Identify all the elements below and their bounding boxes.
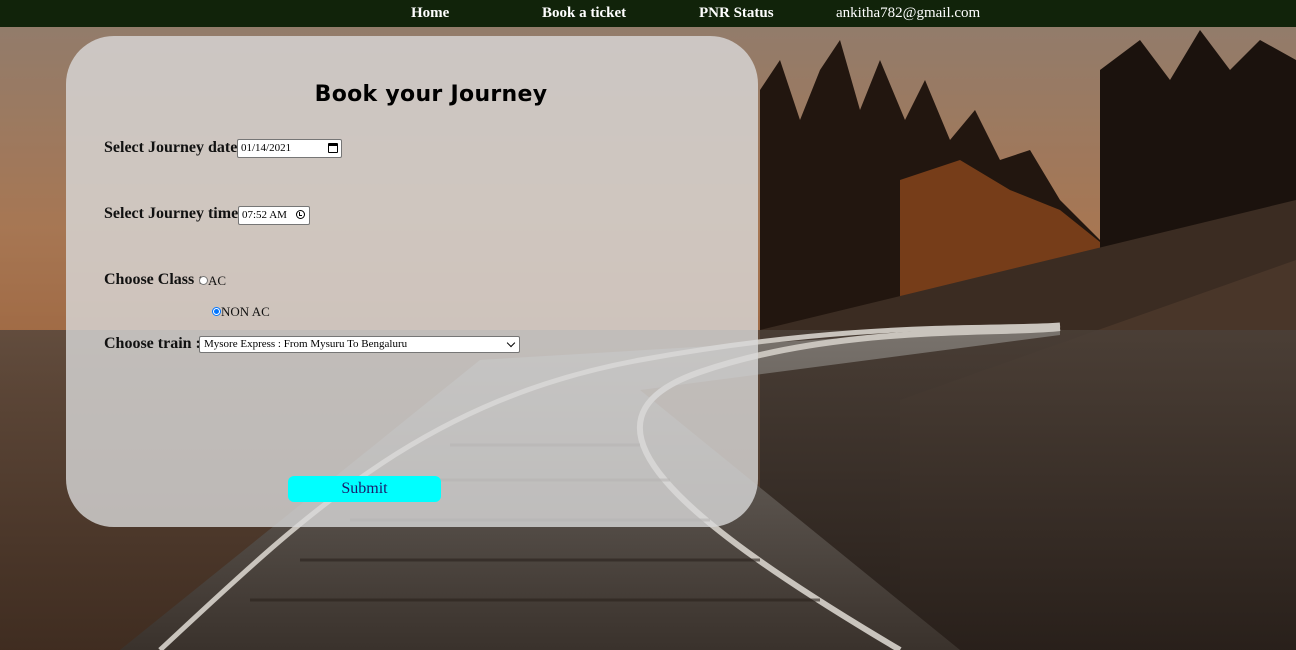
class-non-ac-label[interactable]: NON AC — [221, 304, 270, 320]
class-label: Choose Class : — [104, 271, 204, 288]
class-ac-radio[interactable] — [199, 276, 208, 285]
train-label: Choose train : — [104, 335, 201, 352]
calendar-icon[interactable] — [328, 143, 338, 153]
clock-icon[interactable] — [296, 210, 305, 219]
train-select-value: Mysore Express : From Mysuru To Bengalur… — [204, 338, 408, 350]
train-select[interactable]: Mysore Express : From Mysuru To Bengalur… — [199, 336, 520, 353]
journey-date-label: Select Journey date : — [104, 139, 247, 156]
top-navbar: Home Book a ticket PNR Status ankitha782… — [0, 0, 1296, 27]
page-title: Book your Journey — [314, 82, 548, 107]
chevron-down-icon[interactable] — [506, 338, 516, 348]
journey-time-input[interactable]: 07:52 AM — [238, 206, 310, 225]
nav-home-link[interactable]: Home — [411, 5, 449, 22]
journey-date-value: 01/14/2021 — [241, 142, 292, 154]
journey-time-value: 07:52 AM — [242, 209, 287, 221]
nav-pnr-status-link[interactable]: PNR Status — [699, 5, 774, 22]
journey-time-label: Select Journey time : — [104, 205, 248, 222]
class-ac-label[interactable]: AC — [208, 273, 226, 289]
nav-book-ticket-link[interactable]: Book a ticket — [542, 5, 626, 22]
booking-form-card: Book your Journey Select Journey date : … — [66, 36, 758, 527]
user-email: ankitha782@gmail.com — [836, 5, 981, 21]
class-non-ac-radio[interactable] — [212, 307, 221, 316]
journey-date-input[interactable]: 01/14/2021 — [237, 139, 342, 158]
submit-button[interactable]: Submit — [288, 476, 441, 502]
